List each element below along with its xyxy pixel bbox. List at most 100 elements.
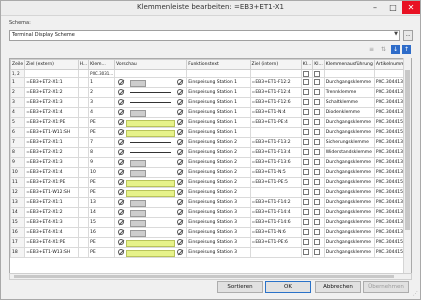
cell-h[interactable]	[77, 237, 90, 248]
cell-c2[interactable]	[312, 177, 325, 188]
resize-grip-icon[interactable]: ⋰	[413, 291, 418, 297]
cell-c2[interactable]	[312, 237, 325, 248]
cell-pv[interactable]	[114, 77, 188, 88]
cell-fn[interactable]: Einspeisung Station 1	[186, 97, 251, 108]
cell-c2[interactable]	[312, 127, 325, 138]
cell-exec[interactable]: Durchgangsklemme	[323, 247, 375, 258]
checkbox[interactable]	[302, 179, 309, 186]
table-row[interactable]: 5 =EB3+ET2-X1:PE PE Einspeisung Station 1 =E…	[10, 117, 411, 128]
checkbox[interactable]	[314, 149, 321, 156]
row-number[interactable]: 12	[10, 187, 26, 198]
cell-k[interactable]: 3	[88, 97, 116, 108]
checkbox[interactable]	[302, 129, 309, 136]
cell-int[interactable]: =EB3+ET1-F14:6	[249, 217, 302, 228]
column-header[interactable]: Kl...	[312, 59, 325, 70]
cell-exec[interactable]: Durchgangsklemme	[323, 167, 375, 178]
cell-pv[interactable]	[114, 147, 188, 158]
cell-h[interactable]	[77, 97, 90, 108]
cell-exec[interactable]: Widerstandsklemme	[323, 147, 375, 158]
table-row[interactable]: 10 =EB3+ET2-X1:4 10 Einspeisung Station 2 =E…	[10, 167, 411, 178]
cell-int[interactable]	[249, 187, 302, 198]
row-number[interactable]: 11	[10, 177, 26, 188]
cell-fn[interactable]: Einspeisung Station 2	[186, 187, 251, 198]
cell-int[interactable]: =EB3+ET1-F14:4	[249, 207, 302, 218]
cell-k[interactable]: 8	[88, 147, 116, 158]
table-row[interactable]: 12 =EB3+ET1-W12:SH PE Einspeisung Station 2…	[10, 187, 411, 198]
cell-k[interactable]: 13	[88, 197, 116, 208]
cell-k[interactable]: 1	[88, 77, 116, 88]
checkbox[interactable]	[302, 159, 309, 166]
cell-fn[interactable]: Einspeisung Station 1	[186, 87, 251, 98]
cell-int[interactable]: =EB3+ET1-F12:4	[249, 87, 302, 98]
column-header[interactable]: Vorschau	[114, 59, 188, 70]
cell-fn[interactable]: Einspeisung Station 1	[186, 127, 251, 138]
table-row[interactable]: 18 =EB3+ET1-W13:SH PE Einspeisung Station 3…	[10, 247, 411, 258]
row-number[interactable]: 2	[10, 87, 26, 98]
cell-c2[interactable]	[312, 87, 325, 98]
cell-c1[interactable]	[300, 177, 314, 188]
cell-ext[interactable]: =EB3+ET4-X1:4	[24, 227, 79, 238]
checkbox[interactable]	[314, 99, 321, 106]
cell-h[interactable]	[77, 77, 90, 88]
table-row[interactable]: 15 =EB3+ET4-X1:3 15 Einspeisung Station 3 =E…	[10, 217, 411, 228]
cell-c2[interactable]	[312, 117, 325, 128]
cell-h[interactable]	[77, 167, 90, 178]
checkbox[interactable]	[302, 249, 309, 256]
cell-int[interactable]: =EB3+ET1-F12:2	[249, 77, 302, 88]
cell-fn[interactable]: Einspeisung Station 3	[186, 237, 251, 248]
cell-int[interactable]: =EB3+ET1-F13:4	[249, 147, 302, 158]
table-row[interactable]: 1 =EB3+ET2-X1:1 1 Einspeisung Station 1 =EB3…	[10, 77, 411, 88]
cell-exec[interactable]: Durchgangsklemme	[323, 117, 375, 128]
cell-ext[interactable]: =EB3+ET4-X1:3	[24, 217, 79, 228]
checkbox[interactable]	[314, 209, 321, 216]
checkbox[interactable]	[302, 189, 309, 196]
move-up-icon[interactable]: ↑	[402, 45, 411, 54]
cell-ext[interactable]: =EB3+ET2-X1:1	[24, 137, 79, 148]
cell-c1[interactable]	[300, 137, 314, 148]
cell-pv[interactable]	[114, 137, 188, 148]
column-header[interactable]: Klemmenausführung	[323, 59, 375, 70]
cell-k[interactable]: PE	[88, 117, 116, 128]
cell-pv[interactable]	[114, 187, 188, 198]
cell-c2[interactable]	[312, 227, 325, 238]
row-number[interactable]: 3	[10, 97, 26, 108]
schema-more-button[interactable]: ...	[403, 30, 413, 41]
table-row[interactable]: 9 =EB3+ET2-X1:3 9 Einspeisung Station 2 =EB3…	[10, 157, 411, 168]
cell-fn[interactable]: Einspeisung Station 1	[186, 107, 251, 118]
row-number[interactable]: 1	[10, 77, 26, 88]
close-icon[interactable]: ✕	[402, 1, 420, 14]
cell-ext[interactable]: =EB3+ET2-X1:4	[24, 167, 79, 178]
cell-fn[interactable]: Einspeisung Station 2	[186, 177, 251, 188]
row-number[interactable]: 7	[10, 137, 26, 148]
cell-c2[interactable]	[312, 167, 325, 178]
cell-fn[interactable]: Einspeisung Station 2	[186, 137, 251, 148]
row-number[interactable]: 16	[10, 227, 26, 238]
cell-k[interactable]: 2	[88, 87, 116, 98]
cell-k[interactable]: 15	[88, 217, 116, 228]
cell-h[interactable]	[77, 117, 90, 128]
cell-h[interactable]	[77, 247, 90, 258]
checkbox[interactable]	[302, 149, 309, 156]
cell-exec[interactable]: Durchgangsklemme	[323, 157, 375, 168]
minimize-icon[interactable]: –	[366, 1, 384, 14]
cell-pv[interactable]	[114, 127, 188, 138]
cell-c1[interactable]	[300, 237, 314, 248]
move-down-icon[interactable]: ↓	[391, 45, 400, 54]
cell-k[interactable]: 4	[88, 107, 116, 118]
terminal-grid[interactable]: Zeile Ziel (extern) H... Klem... Vorschau Fun…	[9, 58, 412, 275]
cell-int[interactable]: =EB3+ET1-F13:2	[249, 137, 302, 148]
row-number[interactable]: 17	[10, 237, 26, 248]
cell-ext[interactable]: =EB3+ET2-X1:1	[24, 197, 79, 208]
cell-h[interactable]	[77, 107, 90, 118]
table-row[interactable]: 17 =EB3+ET4-X1:PE PE Einspeisung Station 3 =…	[10, 237, 411, 248]
cell-exec[interactable]: Durchgangsklemme	[323, 77, 375, 88]
cell-fn[interactable]: Einspeisung Station 2	[186, 147, 251, 158]
cell-ext[interactable]: =EB3+ET2-X1:3	[24, 157, 79, 168]
cell-c1[interactable]	[300, 127, 314, 138]
cell-exec[interactable]: Diodenklemme	[323, 107, 375, 118]
table-row[interactable]: 11 =EB3+ET2-X1:PE PE Einspeisung Station 2 =…	[10, 177, 411, 188]
checkbox[interactable]	[302, 70, 309, 77]
column-header[interactable]: H...	[77, 59, 90, 70]
cell-fn[interactable]: Einspeisung Station 3	[186, 227, 251, 238]
cell-pv[interactable]	[114, 227, 188, 238]
